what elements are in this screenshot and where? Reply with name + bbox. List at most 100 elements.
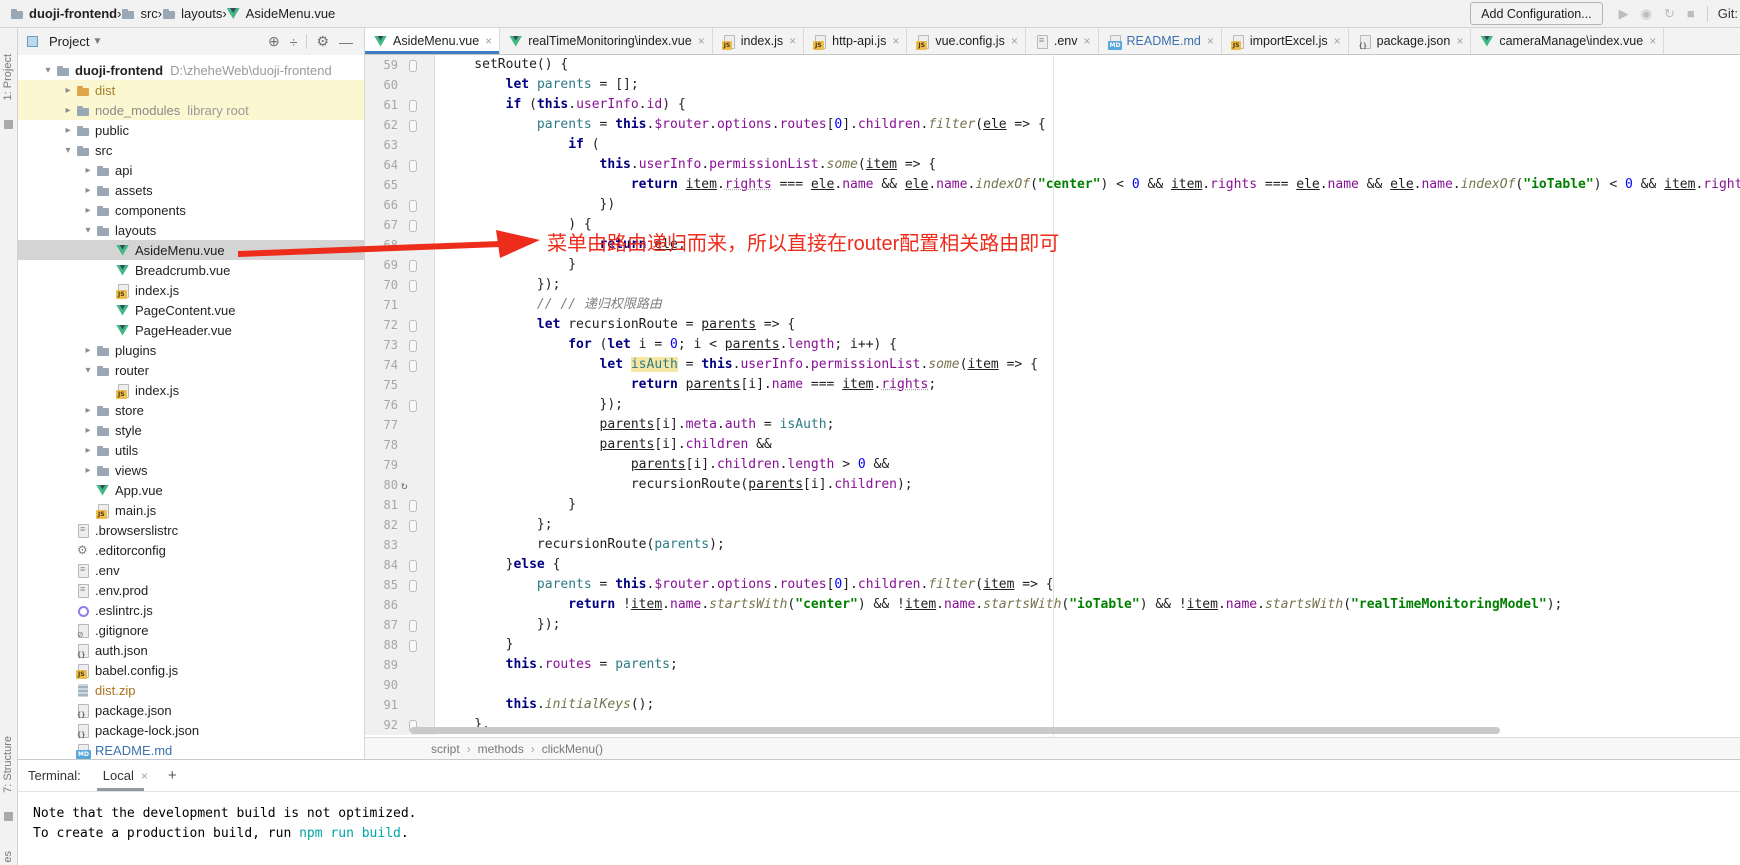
editor-gutter[interactable]: 84 bbox=[365, 555, 435, 575]
fold-marker-icon[interactable] bbox=[409, 60, 417, 72]
fold-marker-icon[interactable] bbox=[409, 120, 417, 132]
tree-item-layouts[interactable]: ▾layouts bbox=[18, 220, 364, 240]
tree-item-public[interactable]: ▸public bbox=[18, 120, 364, 140]
chevron-down-icon[interactable]: ▼ bbox=[92, 36, 102, 47]
settings-icon[interactable]: ⚙ bbox=[316, 33, 329, 50]
tree-item-index.js[interactable]: index.js bbox=[18, 280, 364, 300]
tree-item-src[interactable]: ▾src bbox=[18, 140, 364, 160]
chevron-expanded-icon[interactable]: ▾ bbox=[80, 225, 96, 236]
editor-gutter[interactable]: 62 bbox=[365, 115, 435, 135]
tree-item-.browserslistrc[interactable]: .browserslistrc bbox=[18, 520, 364, 540]
breadcrumb-item[interactable]: src bbox=[121, 6, 157, 21]
tree-item-store[interactable]: ▸store bbox=[18, 400, 364, 420]
tree-item-components[interactable]: ▸components bbox=[18, 200, 364, 220]
editor-gutter[interactable]: 81 bbox=[365, 495, 435, 515]
fold-marker-icon[interactable] bbox=[409, 360, 417, 372]
editor-gutter[interactable]: 83 bbox=[365, 535, 435, 555]
editor-tab-README.md[interactable]: README.md× bbox=[1099, 28, 1222, 54]
tab-close-icon[interactable]: × bbox=[1207, 34, 1214, 48]
tab-close-icon[interactable]: × bbox=[485, 34, 492, 48]
fold-marker-icon[interactable] bbox=[409, 500, 417, 512]
editor-gutter[interactable]: 77 bbox=[365, 415, 435, 435]
breadcrumb-item[interactable]: clickMenu() bbox=[542, 742, 603, 756]
fold-marker-icon[interactable] bbox=[409, 560, 417, 572]
editor-gutter[interactable]: 65 bbox=[365, 175, 435, 195]
editor-gutter[interactable]: 82 bbox=[365, 515, 435, 535]
tree-item-.editorconfig[interactable]: .editorconfig bbox=[18, 540, 364, 560]
editor-gutter[interactable]: 63 bbox=[365, 135, 435, 155]
editor-gutter[interactable]: 91 bbox=[365, 695, 435, 715]
tree-item-App.vue[interactable]: App.vue bbox=[18, 480, 364, 500]
tree-item-README.md[interactable]: README.md bbox=[18, 740, 364, 759]
terminal-tab-local[interactable]: Local × bbox=[99, 760, 152, 791]
fold-marker-icon[interactable] bbox=[409, 100, 417, 112]
chevron-collapsed-icon[interactable]: ▸ bbox=[80, 425, 96, 436]
locate-icon[interactable]: ⊕ bbox=[268, 33, 280, 50]
breadcrumb-item[interactable]: layouts bbox=[162, 6, 222, 21]
chevron-collapsed-icon[interactable]: ▸ bbox=[60, 105, 76, 116]
editor-gutter[interactable]: 69 bbox=[365, 255, 435, 275]
tree-item-dist[interactable]: ▸dist bbox=[18, 80, 364, 100]
fold-marker-icon[interactable] bbox=[409, 260, 417, 272]
tree-item-babel.config.js[interactable]: babel.config.js bbox=[18, 660, 364, 680]
editor-tab-cameraManage-index.vue[interactable]: cameraManage\index.vue× bbox=[1471, 28, 1664, 54]
editor-gutter[interactable]: 74 bbox=[365, 355, 435, 375]
editor-gutter[interactable]: 64 bbox=[365, 155, 435, 175]
editor-tab-vue.config.js[interactable]: vue.config.js× bbox=[907, 28, 1026, 54]
tree-item-PageContent.vue[interactable]: PageContent.vue bbox=[18, 300, 364, 320]
editor-gutter[interactable]: 66 bbox=[365, 195, 435, 215]
tree-item-.eslintrc.js[interactable]: .eslintrc.js bbox=[18, 600, 364, 620]
tree-item-Breadcrumb.vue[interactable]: Breadcrumb.vue bbox=[18, 260, 364, 280]
editor-gutter[interactable]: 60 bbox=[365, 75, 435, 95]
add-configuration-button[interactable]: Add Configuration... bbox=[1470, 2, 1603, 25]
fold-marker-icon[interactable] bbox=[409, 580, 417, 592]
editor-tab-.env[interactable]: .env× bbox=[1026, 28, 1099, 54]
chevron-collapsed-icon[interactable]: ▸ bbox=[60, 85, 76, 96]
toolwindow-icon[interactable] bbox=[4, 812, 13, 821]
fold-marker-icon[interactable] bbox=[409, 520, 417, 532]
tree-item-.env.prod[interactable]: .env.prod bbox=[18, 580, 364, 600]
tree-item-auth.json[interactable]: auth.json bbox=[18, 640, 364, 660]
tree-item-api[interactable]: ▸api bbox=[18, 160, 364, 180]
tab-close-icon[interactable]: × bbox=[1456, 34, 1463, 48]
toolwindow-icon[interactable] bbox=[4, 120, 13, 129]
tree-item-duoji-frontend[interactable]: ▾duoji-frontendD:\zheheWeb\duoji-fronten… bbox=[18, 60, 364, 80]
tree-item-style[interactable]: ▸style bbox=[18, 420, 364, 440]
breadcrumb-item[interactable]: methods bbox=[478, 742, 524, 756]
tab-close-icon[interactable]: × bbox=[1334, 34, 1341, 48]
tab-close-icon[interactable]: × bbox=[1083, 34, 1090, 48]
tree-item-package-lock.json[interactable]: package-lock.json bbox=[18, 720, 364, 740]
structure-toolwindow-button[interactable]: 7: Structure bbox=[2, 736, 14, 793]
editor-gutter[interactable]: 59 bbox=[365, 55, 435, 75]
tab-close-icon[interactable]: × bbox=[698, 34, 705, 48]
fold-marker-icon[interactable] bbox=[409, 200, 417, 212]
tab-close-icon[interactable]: × bbox=[1011, 34, 1018, 48]
chevron-collapsed-icon[interactable]: ▸ bbox=[80, 165, 96, 176]
tree-item-router[interactable]: ▾router bbox=[18, 360, 364, 380]
chevron-expanded-icon[interactable]: ▾ bbox=[60, 145, 76, 156]
fold-marker-icon[interactable] bbox=[409, 640, 417, 652]
editor-gutter[interactable]: 85 bbox=[365, 575, 435, 595]
chevron-collapsed-icon[interactable]: ▸ bbox=[80, 185, 96, 196]
tree-item-.gitignore[interactable]: .gitignore bbox=[18, 620, 364, 640]
editor-tab-AsideMenu.vue[interactable]: AsideMenu.vue× bbox=[365, 28, 500, 54]
fold-marker-icon[interactable] bbox=[409, 340, 417, 352]
editor-gutter[interactable]: 73 bbox=[365, 335, 435, 355]
editor-gutter[interactable]: 87 bbox=[365, 615, 435, 635]
close-icon[interactable]: × bbox=[141, 769, 148, 783]
project-panel-title[interactable]: Project bbox=[49, 34, 89, 49]
tab-close-icon[interactable]: × bbox=[1649, 34, 1656, 48]
chevron-collapsed-icon[interactable]: ▸ bbox=[80, 405, 96, 416]
editor-gutter[interactable]: 79 bbox=[365, 455, 435, 475]
tree-item-AsideMenu.vue[interactable]: AsideMenu.vue bbox=[18, 240, 364, 260]
hide-icon[interactable]: — bbox=[339, 34, 353, 50]
tree-item-views[interactable]: ▸views bbox=[18, 460, 364, 480]
chevron-collapsed-icon[interactable]: ▸ bbox=[80, 345, 96, 356]
tree-item-index.js[interactable]: index.js bbox=[18, 380, 364, 400]
editor-gutter[interactable]: 68 bbox=[365, 235, 435, 255]
editor-gutter[interactable]: 75 bbox=[365, 375, 435, 395]
editor-gutter[interactable]: 72 bbox=[365, 315, 435, 335]
terminal-output[interactable]: Note that the development build is not o… bbox=[18, 792, 1740, 844]
rerun-coverage-icon[interactable]: ↻ bbox=[1664, 6, 1675, 22]
tree-item-plugins[interactable]: ▸plugins bbox=[18, 340, 364, 360]
